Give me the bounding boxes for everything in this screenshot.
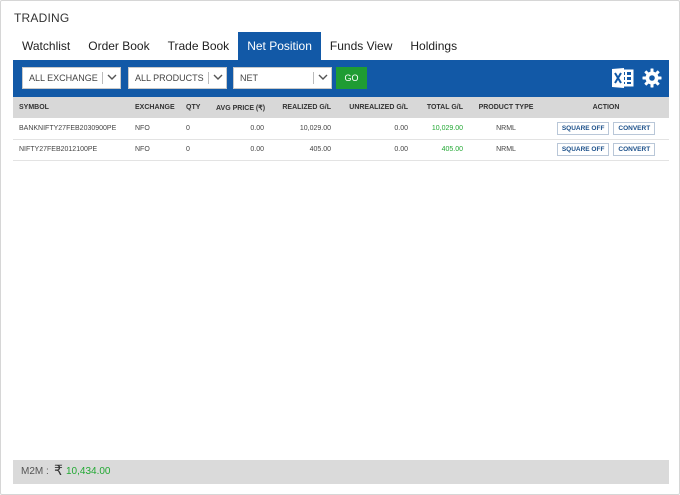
- convert-button[interactable]: CONVERT: [613, 121, 656, 135]
- cell-realized: 405.00: [309, 146, 331, 153]
- col-action: ACTION: [592, 104, 620, 111]
- cell-action: SQUARE OFF CONVERT: [543, 139, 669, 160]
- col-exchange[interactable]: EXCHANGE: [129, 97, 180, 118]
- cell-total: 10,029.00: [431, 124, 463, 132]
- go-button[interactable]: GO: [336, 67, 367, 89]
- exchange-select-value: ALL EXCHANGE: [29, 73, 98, 83]
- tab-order-book[interactable]: Order Book: [79, 32, 158, 60]
- table-row[interactable]: BANKNIFTY27FEB2030900PE NFO 0 0.00 10,02…: [13, 118, 669, 139]
- col-total[interactable]: TOTAL G/L: [414, 97, 469, 118]
- chevron-down-icon: [318, 74, 328, 80]
- tab-net-position[interactable]: Net Position: [238, 32, 321, 60]
- cell-symbol: BANKNIFTY27FEB2030900PE: [19, 124, 117, 132]
- col-product-type[interactable]: PRODUCT TYPE: [469, 97, 543, 118]
- chevron-down-icon: [213, 74, 223, 80]
- exchange-select[interactable]: ALL EXCHANGE: [22, 67, 121, 89]
- view-select[interactable]: NET: [233, 67, 332, 89]
- cell-qty: 0: [186, 146, 190, 153]
- page-title: TRADING: [14, 11, 70, 25]
- cell-unrealized: 0.00: [394, 124, 408, 132]
- chevron-down-icon: [107, 74, 117, 80]
- cell-qty: 0: [186, 124, 190, 132]
- col-unrealized[interactable]: UNREALIZED G/L: [337, 97, 414, 118]
- net-position-table: SYMBOL EXCHANGE QTY AVG PRICE (₹) REALIZ…: [13, 97, 669, 161]
- cell-product-type: NRML: [496, 146, 516, 153]
- m2m-footer: M2M : ₹ 10,434.00: [13, 460, 669, 484]
- col-avg-price[interactable]: AVG PRICE (₹): [210, 97, 270, 118]
- convert-button[interactable]: CONVERT: [613, 143, 656, 156]
- cell-avg-price: 0.00: [250, 124, 264, 132]
- cell-exchange: NFO: [135, 124, 150, 132]
- tab-holdings[interactable]: Holdings: [401, 32, 466, 60]
- table-header-row: SYMBOL EXCHANGE QTY AVG PRICE (₹) REALIZ…: [13, 97, 669, 118]
- cell-unrealized: 0.00: [394, 146, 408, 153]
- products-select[interactable]: ALL PRODUCTS: [128, 67, 227, 89]
- square-off-button[interactable]: SQUARE OFF: [556, 121, 610, 135]
- gear-icon[interactable]: [642, 68, 662, 88]
- rupee-icon: ₹: [54, 462, 63, 478]
- square-off-button[interactable]: SQUARE OFF: [556, 143, 610, 156]
- tab-funds-view[interactable]: Funds View: [321, 32, 401, 60]
- tab-bar: Watchlist Order Book Trade Book Net Posi…: [13, 32, 466, 60]
- select-divider: [208, 72, 209, 84]
- products-select-value: ALL PRODUCTS: [135, 73, 204, 83]
- cell-symbol: NIFTY27FEB2012100PE: [19, 146, 98, 153]
- cell-realized: 10,029.00: [299, 124, 331, 132]
- cell-total: 405.00: [441, 146, 463, 153]
- tab-watchlist[interactable]: Watchlist: [13, 32, 79, 60]
- cell-avg-price: 0.00: [250, 146, 264, 153]
- filter-toolbar: ALL EXCHANGE ALL PRODUCTS NET GO: [13, 60, 669, 97]
- select-divider: [313, 72, 314, 84]
- cell-exchange: NFO: [135, 146, 150, 153]
- trading-panel: TRADING Watchlist Order Book Trade Book …: [0, 0, 680, 495]
- m2m-label: M2M :: [21, 466, 49, 477]
- excel-icon[interactable]: [612, 68, 634, 88]
- cell-action: SQUARE OFF CONVERT: [543, 118, 669, 139]
- tab-trade-book[interactable]: Trade Book: [159, 32, 239, 60]
- col-symbol[interactable]: SYMBOL: [13, 97, 129, 118]
- col-realized[interactable]: REALIZED G/L: [270, 97, 337, 118]
- col-qty[interactable]: QTY: [180, 97, 210, 118]
- table-row[interactable]: NIFTY27FEB2012100PE NFO 0 0.00 405.00 0.…: [13, 139, 669, 160]
- select-divider: [102, 72, 103, 84]
- cell-product-type: NRML: [496, 124, 516, 132]
- view-select-value: NET: [240, 73, 258, 83]
- m2m-value: 10,434.00: [66, 466, 111, 477]
